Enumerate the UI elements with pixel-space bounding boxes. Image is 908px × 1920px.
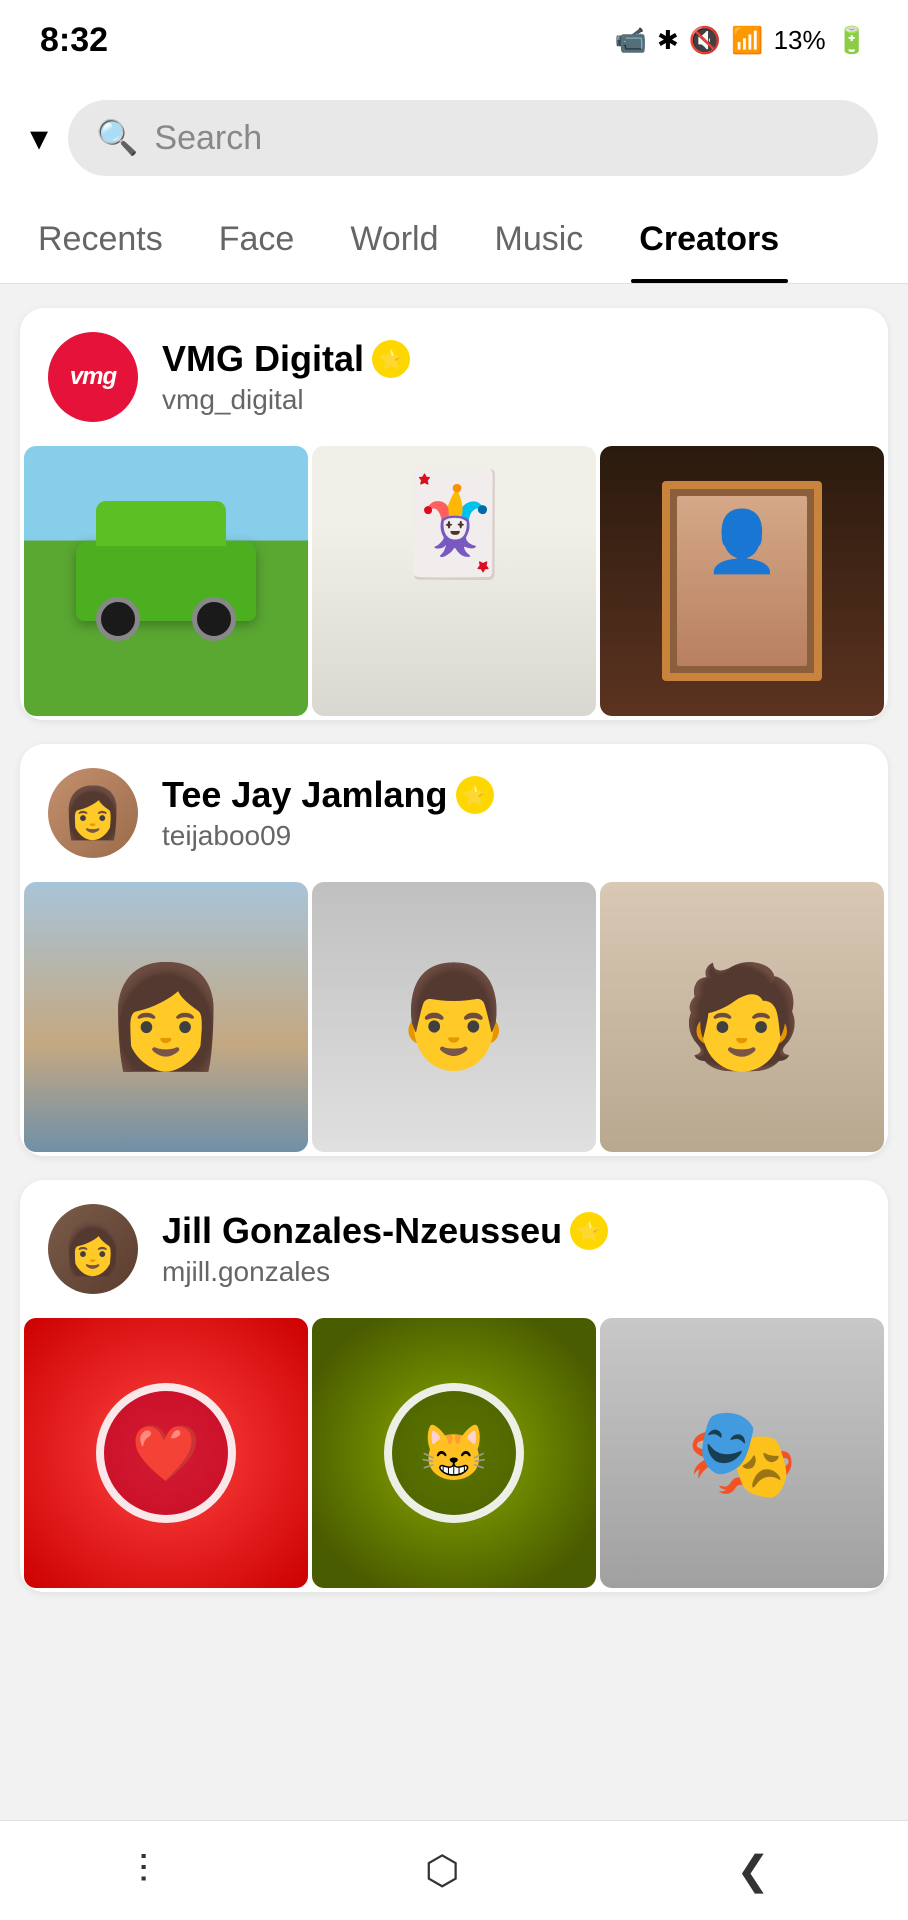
battery-text: 13%	[774, 25, 826, 56]
creator-header-jill[interactable]: 👩 Jill Gonzales-Nzeusseu ⭐ mjill.gonzale…	[20, 1180, 888, 1318]
menu-icon: ⫶	[138, 1848, 148, 1892]
creator-header-tee-jay[interactable]: 👩 Tee Jay Jamlang ⭐ teijaboo09	[20, 744, 888, 882]
vmg-image-portrait[interactable]: 👤	[600, 446, 884, 716]
search-bar-container: ▾ 🔍 Search	[0, 80, 908, 196]
nav-home-button[interactable]: ⬡	[395, 1838, 490, 1904]
tab-recents[interactable]: Recents	[10, 196, 191, 283]
status-time: 8:32	[40, 21, 108, 60]
creator-username-tee-jay: teijaboo09	[162, 820, 494, 852]
dropdown-arrow[interactable]: ▾	[30, 117, 48, 159]
jill-image-red[interactable]: ❤️	[24, 1318, 308, 1588]
creator-images-vmg: 🃏 👤	[24, 446, 884, 716]
creator-info-jill: Jill Gonzales-Nzeusseu ⭐ mjill.gonzales	[162, 1210, 608, 1288]
content-area: vmg VMG Digital ⭐ vmg_digital	[0, 284, 908, 1616]
creator-images-jill: ❤️ 😸 🎭	[24, 1318, 884, 1588]
creator-images-tee-jay: 👩 👨 🧑	[24, 882, 884, 1152]
creator-info-tee-jay: Tee Jay Jamlang ⭐ teijaboo09	[162, 774, 494, 852]
avatar-tee-jay: 👩	[48, 768, 138, 858]
creator-card-tee-jay: 👩 Tee Jay Jamlang ⭐ teijaboo09 👩 👨 🧑	[20, 744, 888, 1156]
nav-back-button[interactable]: ❮	[706, 1838, 800, 1904]
wifi-icon: 📶	[731, 25, 763, 56]
creator-info-vmg: VMG Digital ⭐ vmg_digital	[162, 338, 410, 416]
search-icon: 🔍	[96, 118, 138, 158]
creator-header-vmg[interactable]: vmg VMG Digital ⭐ vmg_digital	[20, 308, 888, 446]
camera-icon: 📹	[615, 25, 647, 56]
tee-jay-image-man2[interactable]: 🧑	[600, 882, 884, 1152]
verified-badge-jill: ⭐	[570, 1212, 608, 1250]
mute-icon: 🔇	[689, 25, 721, 56]
jill-image-green[interactable]: 😸	[312, 1318, 596, 1588]
nav-menu-button[interactable]: ⫶	[108, 1838, 178, 1903]
search-input[interactable]: Search	[154, 119, 262, 158]
tab-music[interactable]: Music	[467, 196, 612, 283]
tab-face[interactable]: Face	[191, 196, 323, 283]
tab-world[interactable]: World	[322, 196, 466, 283]
tee-jay-image-woman[interactable]: 👩	[24, 882, 308, 1152]
tabs-container: Recents Face World Music Creators	[0, 196, 908, 284]
battery-icon: 🔋	[836, 25, 868, 56]
vmg-image-car[interactable]	[24, 446, 308, 716]
creator-username-vmg: vmg_digital	[162, 384, 410, 416]
vmg-image-jester[interactable]: 🃏	[312, 446, 596, 716]
bottom-navigation: ⫶ ⬡ ❮	[0, 1820, 908, 1920]
status-bar: 8:32 📹 ✱ 🔇 📶 13% 🔋	[0, 0, 908, 80]
verified-badge-vmg: ⭐	[372, 340, 410, 378]
creator-card-vmg: vmg VMG Digital ⭐ vmg_digital	[20, 308, 888, 720]
status-icons: 📹 ✱ 🔇 📶 13% 🔋	[615, 25, 868, 56]
home-icon: ⬡	[425, 1849, 460, 1893]
jill-image-mask[interactable]: 🎭	[600, 1318, 884, 1588]
back-icon: ❮	[736, 1849, 770, 1893]
tee-jay-image-man[interactable]: 👨	[312, 882, 596, 1152]
bluetooth-icon: ✱	[657, 25, 679, 56]
creator-name-jill: Jill Gonzales-Nzeusseu ⭐	[162, 1210, 608, 1252]
tab-creators[interactable]: Creators	[611, 196, 807, 283]
avatar-jill: 👩	[48, 1204, 138, 1294]
creator-name-vmg: VMG Digital ⭐	[162, 338, 410, 380]
avatar-vmg: vmg	[48, 332, 138, 422]
creator-name-tee-jay: Tee Jay Jamlang ⭐	[162, 774, 494, 816]
verified-badge-tee-jay: ⭐	[456, 776, 494, 814]
search-input-wrapper[interactable]: 🔍 Search	[68, 100, 878, 176]
creator-card-jill: 👩 Jill Gonzales-Nzeusseu ⭐ mjill.gonzale…	[20, 1180, 888, 1592]
creator-username-jill: mjill.gonzales	[162, 1256, 608, 1288]
